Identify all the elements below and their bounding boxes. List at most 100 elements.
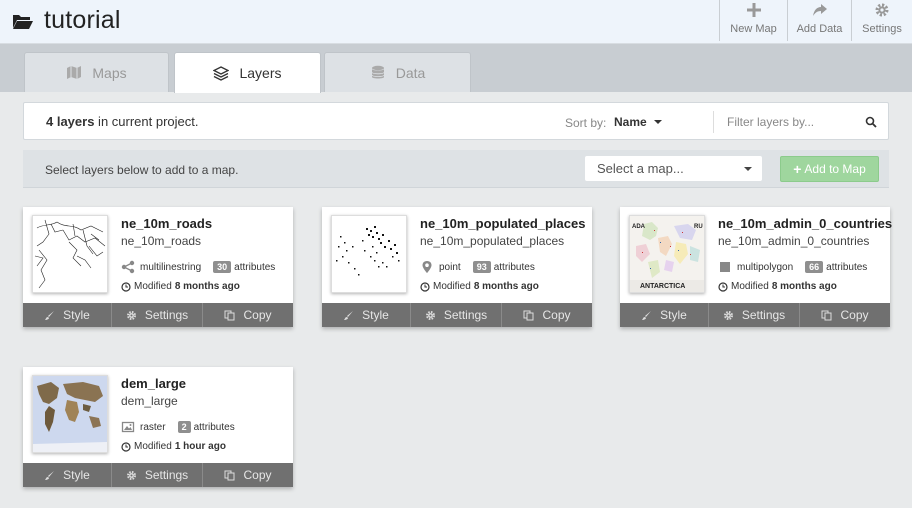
layer-title[interactable]: ne_10m_populated_places	[420, 216, 585, 231]
layer-name: dem_large	[121, 394, 178, 408]
map-icon	[67, 66, 82, 79]
layer-title[interactable]: dem_large	[121, 376, 186, 391]
modified-value: 8 months ago	[473, 281, 539, 292]
project-title: tutorial	[44, 6, 121, 34]
settings-label: Settings	[741, 308, 786, 322]
tab-layers[interactable]: Layers	[174, 52, 321, 93]
modified-info: Modified 8 months ago	[420, 281, 539, 292]
share-nodes-icon	[121, 260, 135, 274]
attributes-label: attributes	[193, 421, 235, 433]
clock-icon	[121, 441, 131, 452]
style-label: Style	[362, 308, 389, 322]
sort-dropdown[interactable]: Name	[614, 115, 662, 129]
geometry-type: point	[439, 261, 461, 273]
settings-button[interactable]: Settings	[851, 0, 912, 41]
tab-data-label: Data	[395, 64, 426, 81]
copy-icon	[821, 310, 832, 320]
style-button[interactable]: Style	[23, 463, 112, 487]
sort-value: Name	[614, 115, 647, 129]
square-icon	[720, 262, 730, 272]
modified-info: Modified 1 hour ago	[121, 441, 226, 452]
filter-layers-input[interactable]	[727, 115, 847, 129]
project-header: tutorial	[12, 6, 121, 35]
settings-button[interactable]: Settings	[112, 303, 203, 327]
settings-label: Settings	[144, 308, 189, 322]
style-button[interactable]: Style	[322, 303, 411, 327]
copy-label: Copy	[840, 308, 869, 322]
share-icon	[812, 4, 827, 16]
attribute-count-badge: 93	[472, 261, 491, 273]
modified-label: Modified	[731, 281, 769, 292]
modified-info: Modified 8 months ago	[121, 281, 240, 292]
gear-icon	[425, 310, 435, 320]
modified-label: Modified	[433, 281, 471, 292]
copy-label: Copy	[542, 308, 571, 322]
copy-label: Copy	[243, 308, 272, 322]
copy-icon	[224, 470, 235, 480]
thumb-label-top-left: ADA	[632, 224, 646, 230]
attribute-count-badge: 2	[177, 421, 191, 433]
countries-map-thumbnail: ADA RU ANTARCTICA	[630, 216, 704, 292]
new-map-button[interactable]: New Map	[719, 0, 787, 41]
layers-icon	[213, 65, 230, 81]
settings-label: Settings	[144, 468, 189, 482]
map-marker-icon	[422, 261, 432, 273]
layer-title[interactable]: ne_10m_admin_0_countries	[718, 216, 892, 231]
layer-card: dem_large dem_large raster 2 attributes …	[23, 367, 293, 487]
layer-thumbnail[interactable]	[331, 215, 407, 293]
copy-button[interactable]: Copy	[800, 303, 890, 327]
tab-layers-label: Layers	[239, 65, 282, 81]
style-button[interactable]: Style	[23, 303, 112, 327]
caret-down-icon	[744, 167, 752, 171]
settings-button[interactable]: Settings	[411, 303, 502, 327]
plus-icon: +	[793, 161, 802, 177]
copy-button[interactable]: Copy	[502, 303, 592, 327]
tab-maps[interactable]: Maps	[24, 52, 169, 92]
add-data-button[interactable]: Add Data	[787, 0, 851, 41]
copy-icon	[523, 310, 534, 320]
settings-button[interactable]: Settings	[709, 303, 800, 327]
tab-data[interactable]: Data	[324, 52, 471, 92]
copy-button[interactable]: Copy	[203, 463, 293, 487]
thumb-label-top-right: RU	[694, 224, 703, 230]
layer-thumbnail[interactable]	[32, 375, 108, 453]
clock-icon	[121, 281, 131, 292]
map-select[interactable]: Select a map...	[585, 156, 762, 181]
brush-icon	[45, 310, 55, 320]
geometry-type: raster	[140, 421, 166, 433]
geometry-type: multipolygon	[737, 261, 794, 273]
copy-button[interactable]: Copy	[203, 303, 293, 327]
layer-card: ne_10m_roads ne_10m_roads multilinestrin…	[23, 207, 293, 327]
layer-name: ne_10m_admin_0_countries	[718, 234, 870, 248]
sort-label: Sort by:	[565, 116, 607, 130]
layer-count: 4 layers	[46, 114, 95, 129]
caret-down-icon	[653, 120, 662, 124]
gear-icon	[126, 470, 136, 480]
add-to-map-button[interactable]: + Add to Map	[780, 156, 879, 182]
image-icon	[121, 421, 135, 433]
layer-meta: multipolygon 66 attributes	[718, 260, 867, 274]
card-action-bar: Style Settings Copy	[23, 463, 293, 487]
style-label: Style	[63, 308, 90, 322]
layer-card: ne_10m_populated_places ne_10m_populated…	[322, 207, 592, 327]
gear-icon	[875, 3, 889, 17]
layer-meta: point 93 attributes	[420, 260, 535, 274]
layer-name: ne_10m_populated_places	[420, 234, 565, 248]
top-bar: tutorial New Map Add Data Settings	[0, 0, 912, 44]
style-label: Style	[660, 308, 687, 322]
attributes-label: attributes	[826, 261, 868, 273]
modified-label: Modified	[134, 441, 172, 452]
settings-button[interactable]: Settings	[112, 463, 203, 487]
modified-label: Modified	[134, 281, 172, 292]
card-action-bar: Style Settings Copy	[322, 303, 592, 327]
layer-meta: multilinestring 30 attributes	[121, 260, 275, 274]
layer-thumbnail[interactable]	[32, 215, 108, 293]
layer-title[interactable]: ne_10m_roads	[121, 216, 212, 231]
layer-thumbnail[interactable]: ADA RU ANTARCTICA	[629, 215, 705, 293]
style-button[interactable]: Style	[620, 303, 709, 327]
layer-count-suffix: in current project.	[94, 114, 199, 129]
search-icon[interactable]	[865, 116, 877, 128]
modified-value: 8 months ago	[174, 281, 240, 292]
copy-icon	[224, 310, 235, 320]
attribute-count-badge: 66	[805, 261, 824, 273]
